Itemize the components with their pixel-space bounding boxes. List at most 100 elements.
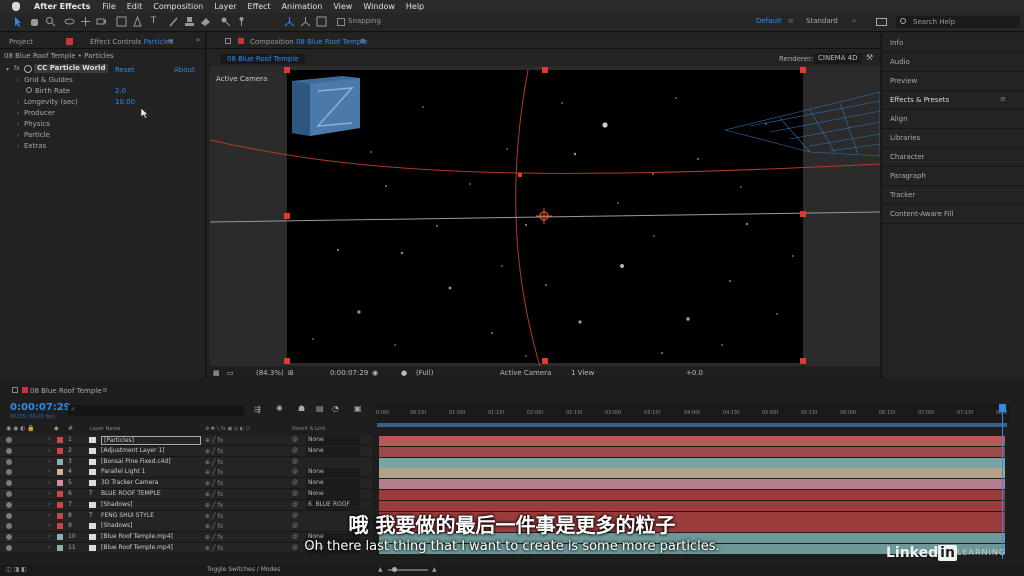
effect-reset-link[interactable]: Reset	[115, 66, 135, 74]
visibility-eye-icon[interactable]	[6, 469, 12, 476]
timeline-tab[interactable]: 08 Blue Roof Temple	[30, 387, 102, 395]
property-producer[interactable]: Producer	[24, 109, 55, 117]
view-layout-select[interactable]: 1 View	[571, 369, 594, 377]
renderer-select[interactable]: CINEMA 4D	[814, 53, 862, 64]
motion-blur-icon[interactable]: ◔	[332, 404, 339, 413]
panel-content-aware-fill[interactable]: Content-Aware Fill	[890, 210, 953, 218]
orbit-camera-tool-icon[interactable]	[64, 16, 75, 27]
layer-duration-bar[interactable]	[379, 457, 1005, 468]
layer-duration-bar[interactable]	[379, 436, 1005, 446]
panel-collapse-icon[interactable]: »	[196, 36, 200, 44]
snapshot-icon[interactable]: ◉	[372, 369, 378, 377]
visibility-eye-icon[interactable]	[6, 480, 12, 487]
layer-row[interactable]: › 2 [Adjustment Layer 1] ⊕ ╱ fx @ None	[0, 445, 372, 457]
composition-viewer[interactable]	[210, 66, 880, 366]
snapping-checkbox[interactable]	[337, 18, 345, 26]
visibility-eye-icon[interactable]	[6, 458, 12, 465]
column-parent-link[interactable]: Parent & Link	[292, 426, 325, 432]
comp-lock-icon[interactable]	[225, 38, 231, 44]
workspace-overflow-icon[interactable]: »	[852, 17, 856, 25]
pen-tool-icon[interactable]	[132, 15, 143, 27]
layer-row[interactable]: › 3 [Bonsai Pine Fixed.c4d] ⊕ ╱ fx @	[0, 456, 372, 468]
comp-title-tab[interactable]: 08 Blue Roof Temple	[221, 54, 305, 64]
channel-icon[interactable]: ●	[401, 369, 407, 377]
tab-project[interactable]: Project	[9, 38, 33, 46]
view-axis-icon[interactable]	[316, 16, 327, 27]
visibility-eye-icon[interactable]	[6, 501, 12, 508]
parent-select[interactable]: None	[306, 446, 360, 456]
timeline-current-time[interactable]: 0:00:07:29	[10, 402, 71, 413]
property-particle[interactable]: Particle	[24, 131, 50, 139]
effect-about-link[interactable]: About	[174, 66, 195, 74]
tab-effect-controls[interactable]: Effect Controls Particles	[90, 38, 173, 46]
layer-duration-bar[interactable]	[379, 490, 1005, 500]
zoom-tool-icon[interactable]	[45, 16, 56, 27]
menu-composition[interactable]: Composition	[153, 2, 203, 11]
effects-menu-icon[interactable]: ≡	[1000, 95, 1006, 103]
layer-switches-icons[interactable]: ⊕ ╱ fx	[205, 502, 223, 509]
expand-grid-guides-icon[interactable]: ›	[17, 77, 19, 84]
shy-layers-icon[interactable]: ☗	[298, 404, 305, 413]
layer-name[interactable]: [Shadows]	[101, 501, 132, 508]
timeline-footer-icons[interactable]: ◫ ◨ ◧	[6, 566, 27, 573]
monitor-icon[interactable]: ▭	[227, 369, 234, 377]
apple-icon[interactable]	[12, 2, 20, 11]
current-time-display[interactable]: 0:00:07:29	[330, 369, 368, 377]
panel-libraries[interactable]: Libraries	[890, 134, 920, 142]
layer-name[interactable]: BLUE ROOF TEMPLE	[101, 490, 161, 497]
app-name-menu[interactable]: After Effects	[34, 2, 90, 11]
panel-menu-icon[interactable]: ≡	[168, 37, 174, 45]
exposure-value[interactable]: +0.0	[686, 369, 703, 377]
visibility-eye-icon[interactable]	[6, 491, 12, 497]
layer-expand-icon[interactable]: ›	[48, 436, 50, 443]
menu-file[interactable]: File	[102, 2, 115, 11]
panel-preview[interactable]: Preview	[890, 77, 917, 85]
parent-select[interactable]: None	[306, 436, 360, 445]
expand-longevity-icon[interactable]: ›	[17, 99, 19, 106]
menu-window[interactable]: Window	[363, 2, 395, 11]
parent-select[interactable]: None	[306, 490, 360, 499]
panel-align[interactable]: Align	[890, 115, 908, 123]
layer-label-color[interactable]	[57, 458, 63, 465]
panel-character[interactable]: Character	[890, 153, 925, 161]
layer-duration-bar[interactable]	[379, 479, 1005, 490]
timeline-close-icon[interactable]	[12, 387, 18, 393]
layer-switches-icons[interactable]: ⊕ ╱ fx	[205, 469, 223, 476]
wrench-icon[interactable]: ⚒	[866, 53, 873, 62]
workspace-default-tab[interactable]: Default	[756, 17, 782, 25]
layer-switches-icons[interactable]: ⊕ ╱ fx	[205, 480, 223, 487]
parent-select[interactable]: None	[306, 479, 360, 489]
effect-name[interactable]: CC Particle World	[34, 64, 109, 73]
stopwatch-icon[interactable]	[26, 87, 32, 93]
roto-brush-tool-icon[interactable]	[220, 16, 231, 27]
frame-blending-icon[interactable]: ▤	[316, 404, 324, 413]
layer-row[interactable]: › 5 3D Tracker Camera ⊕ ╱ fx @ None	[0, 478, 372, 490]
work-area-bar[interactable]	[377, 423, 1007, 427]
property-physics[interactable]: Physics	[24, 120, 50, 128]
layer-name[interactable]: Parallel Light 1	[101, 468, 145, 475]
comp-panel-menu-icon[interactable]: ≡	[360, 37, 366, 45]
menu-effect[interactable]: Effect	[248, 2, 271, 11]
layer-name[interactable]: [Particles]	[101, 436, 201, 445]
camera-view-select[interactable]: Active Camera	[500, 369, 551, 377]
layer-duration-bar[interactable]	[379, 468, 1005, 479]
layer-row[interactable]: › 4 Parallel Light 1 ⊕ ╱ fx @ None	[0, 467, 372, 479]
brush-tool-icon[interactable]	[168, 16, 179, 27]
panel-audio[interactable]: Audio	[890, 58, 910, 66]
graph-editor-icon[interactable]: ▣	[354, 404, 362, 413]
timeline-zoom-knob[interactable]	[392, 567, 397, 572]
parent-pickwhip-icon[interactable]: @	[292, 447, 298, 454]
layer-name[interactable]: [Bonsai Pine Fixed.c4d]	[101, 458, 171, 465]
panel-info[interactable]: Info	[890, 39, 903, 47]
parent-pickwhip-icon[interactable]: @	[292, 490, 298, 497]
expand-particle-icon[interactable]: ›	[17, 132, 19, 139]
layer-expand-icon[interactable]: ›	[48, 468, 50, 475]
resolution-select[interactable]: (Full)	[416, 369, 433, 377]
parent-pickwhip-icon[interactable]: @	[292, 468, 298, 475]
view-options-icon[interactable]: ▦	[213, 369, 220, 377]
zoom-level[interactable]: (84.3%)	[256, 369, 284, 377]
layer-expand-icon[interactable]: ›	[48, 447, 50, 454]
menu-layer[interactable]: Layer	[214, 2, 236, 11]
layer-label-color[interactable]	[57, 469, 63, 476]
menu-animation[interactable]: Animation	[282, 2, 323, 11]
